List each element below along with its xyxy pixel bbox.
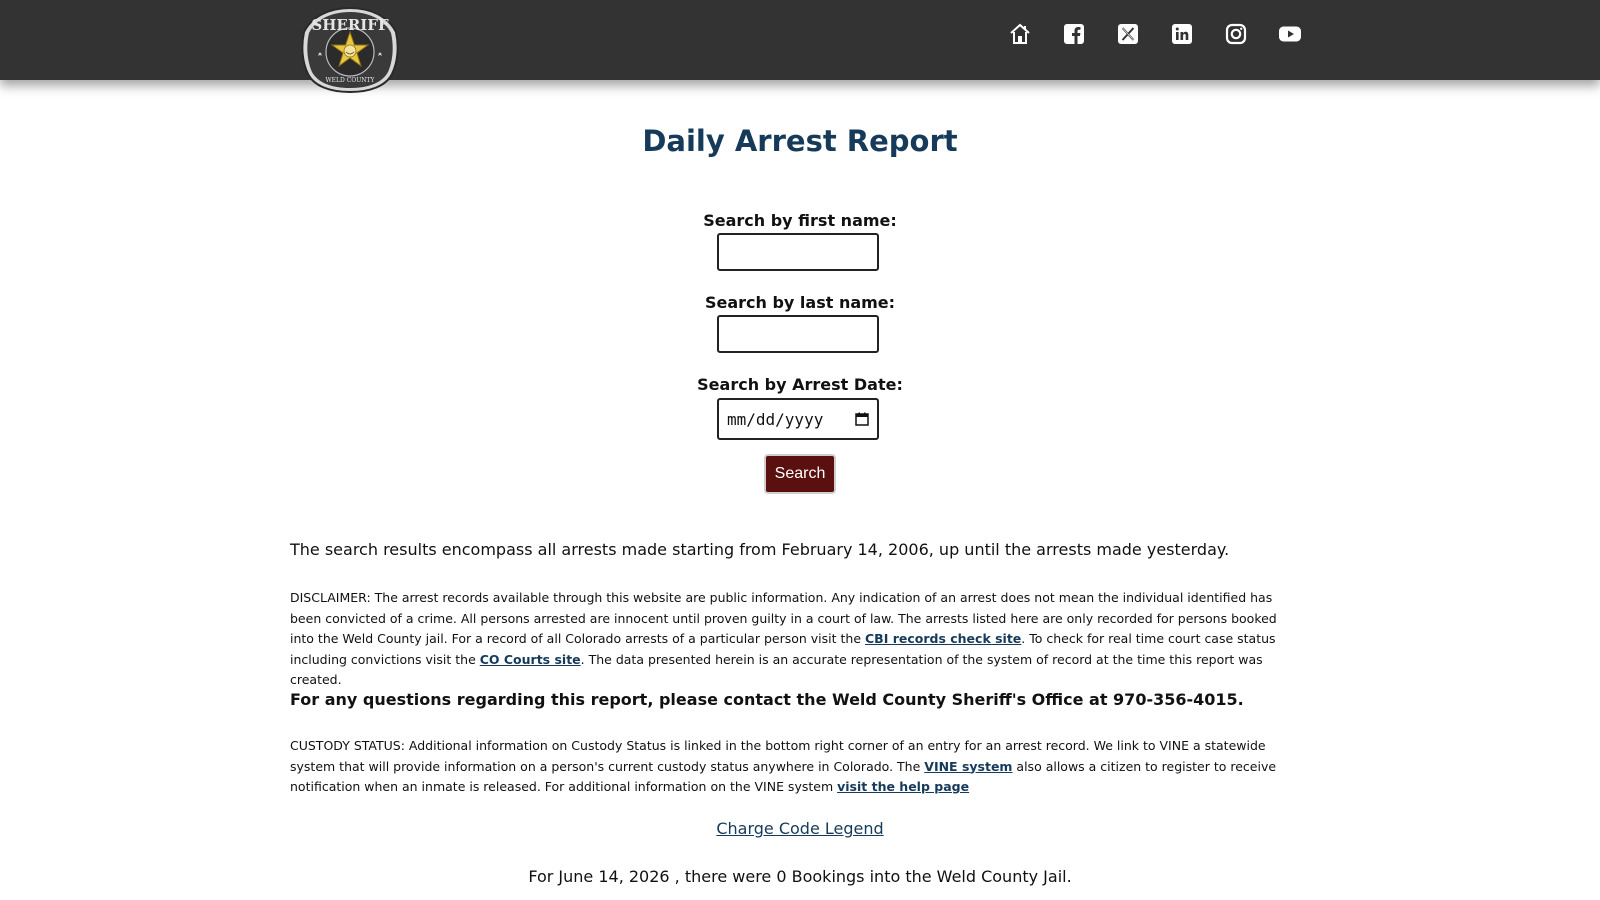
page-title: Daily Arrest Report <box>642 124 958 158</box>
first-name-label: Search by first name: <box>703 211 897 230</box>
site-header <box>0 0 1600 80</box>
logo-bottom-text: WELD COUNTY <box>325 77 375 84</box>
arrest-date-input[interactable]: mm/dd/yyyy <box>717 398 879 440</box>
vine-help-link[interactable]: visit the help page <box>837 779 969 794</box>
co-courts-link[interactable]: CO Courts site <box>480 652 581 667</box>
contact-note: For any questions regarding this report,… <box>290 690 1244 709</box>
bookings-summary: For June 14, 2026 , there were 0 Booking… <box>528 867 1072 886</box>
social-links <box>1008 22 1302 46</box>
logo-top-text: SHERIFF <box>311 16 389 34</box>
home-icon[interactable] <box>1008 22 1032 46</box>
search-button[interactable]: Search <box>764 454 836 494</box>
charge-code-legend: Charge Code Legend <box>0 819 1600 838</box>
sheriff-badge-logo[interactable]: SHERIFF WELD COUNTY <box>300 6 400 94</box>
charge-code-legend-link[interactable]: Charge Code Legend <box>716 819 883 838</box>
x-twitter-icon[interactable] <box>1116 22 1140 46</box>
youtube-icon[interactable] <box>1278 22 1302 46</box>
search-range-note: The search results encompass all arrests… <box>290 540 1230 559</box>
linkedin-icon[interactable] <box>1170 22 1194 46</box>
cbi-records-link[interactable]: CBI records check site <box>865 631 1021 646</box>
first-name-input[interactable] <box>717 233 879 271</box>
facebook-icon[interactable] <box>1062 22 1086 46</box>
calendar-icon[interactable] <box>855 412 869 426</box>
date-placeholder: mm/dd/yyyy <box>727 409 824 429</box>
arrest-date-label: Search by Arrest Date: <box>697 375 903 394</box>
instagram-icon[interactable] <box>1224 22 1248 46</box>
last-name-input[interactable] <box>717 315 879 353</box>
last-name-label: Search by last name: <box>704 293 896 312</box>
disclaimer-text: DISCLAIMER: The arrest records available… <box>290 588 1300 691</box>
vine-system-link[interactable]: VINE system <box>924 759 1012 774</box>
custody-status-text: CUSTODY STATUS: Additional information o… <box>290 736 1300 798</box>
